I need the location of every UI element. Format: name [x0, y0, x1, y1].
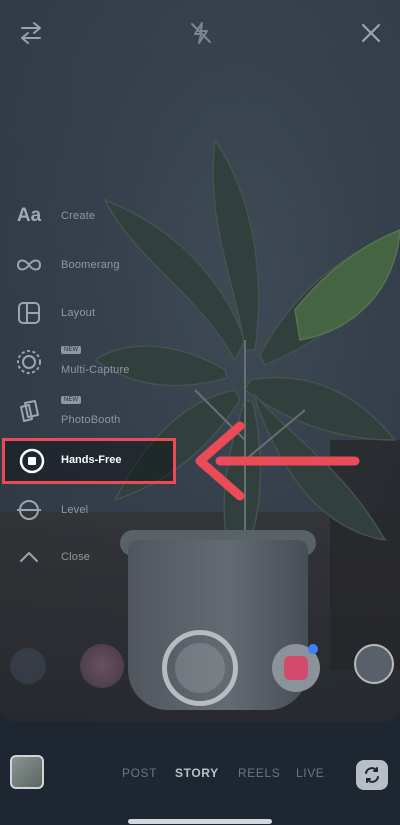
flip-camera-icon	[365, 767, 379, 783]
mode-selector: POST STORY REELS LIVE	[110, 766, 350, 784]
effect-thumbnail[interactable]	[10, 648, 46, 684]
swap-arrows-icon[interactable]	[16, 18, 46, 48]
multi-capture-icon	[14, 347, 44, 377]
tool-label: Create	[61, 210, 96, 222]
tool-label: Boomerang	[61, 259, 120, 271]
tool-multi-capture[interactable]: NEW Multi-Capture	[0, 342, 200, 382]
tool-level[interactable]: Level	[0, 490, 200, 530]
mode-story[interactable]: STORY	[175, 766, 219, 780]
layout-grid-icon	[14, 298, 44, 328]
effect-thumbnail[interactable]	[80, 644, 124, 688]
effect-thumbnail[interactable]	[354, 644, 394, 684]
capture-button[interactable]	[162, 630, 238, 706]
new-effect-dot	[308, 644, 318, 654]
tool-create[interactable]: Aa Create	[0, 196, 200, 236]
hands-free-icon	[19, 448, 45, 474]
tool-label: Close	[61, 551, 91, 563]
tool-hands-free[interactable]: Hands-Free	[2, 438, 176, 484]
mode-live[interactable]: LIVE	[296, 766, 324, 780]
new-badge: NEW	[61, 396, 81, 404]
gallery-thumbnail[interactable]	[10, 755, 44, 789]
text-aa-icon: Aa	[16, 205, 42, 226]
new-badge: NEW	[61, 346, 81, 354]
effect-icon	[284, 656, 308, 680]
capture-button-inner	[175, 643, 225, 693]
close-icon[interactable]	[356, 18, 386, 48]
tool-boomerang[interactable]: Boomerang	[0, 245, 200, 285]
tool-photobooth[interactable]: NEW PhotoBooth	[0, 392, 200, 432]
tool-label: Hands-Free	[61, 454, 122, 466]
tool-layout[interactable]: Layout	[0, 293, 200, 333]
infinity-icon	[14, 250, 44, 280]
photobooth-icon	[14, 397, 44, 427]
chevron-up-icon	[14, 542, 44, 572]
annotation-arrow	[195, 421, 360, 501]
camera-screen: Aa Create Boomerang Layout NEW Multi-Cap…	[0, 0, 400, 825]
tool-label: Multi-Capture	[61, 364, 130, 376]
level-icon	[14, 495, 44, 525]
home-indicator	[128, 819, 272, 824]
tool-label: Layout	[61, 307, 96, 319]
mode-post[interactable]: POST	[122, 766, 157, 780]
flash-off-icon[interactable]	[186, 18, 216, 48]
tool-label: Level	[61, 504, 89, 516]
tool-label: PhotoBooth	[61, 414, 121, 426]
tool-close[interactable]: Close	[0, 537, 200, 577]
mode-reels[interactable]: REELS	[238, 766, 280, 780]
flip-camera-button[interactable]	[356, 760, 388, 790]
